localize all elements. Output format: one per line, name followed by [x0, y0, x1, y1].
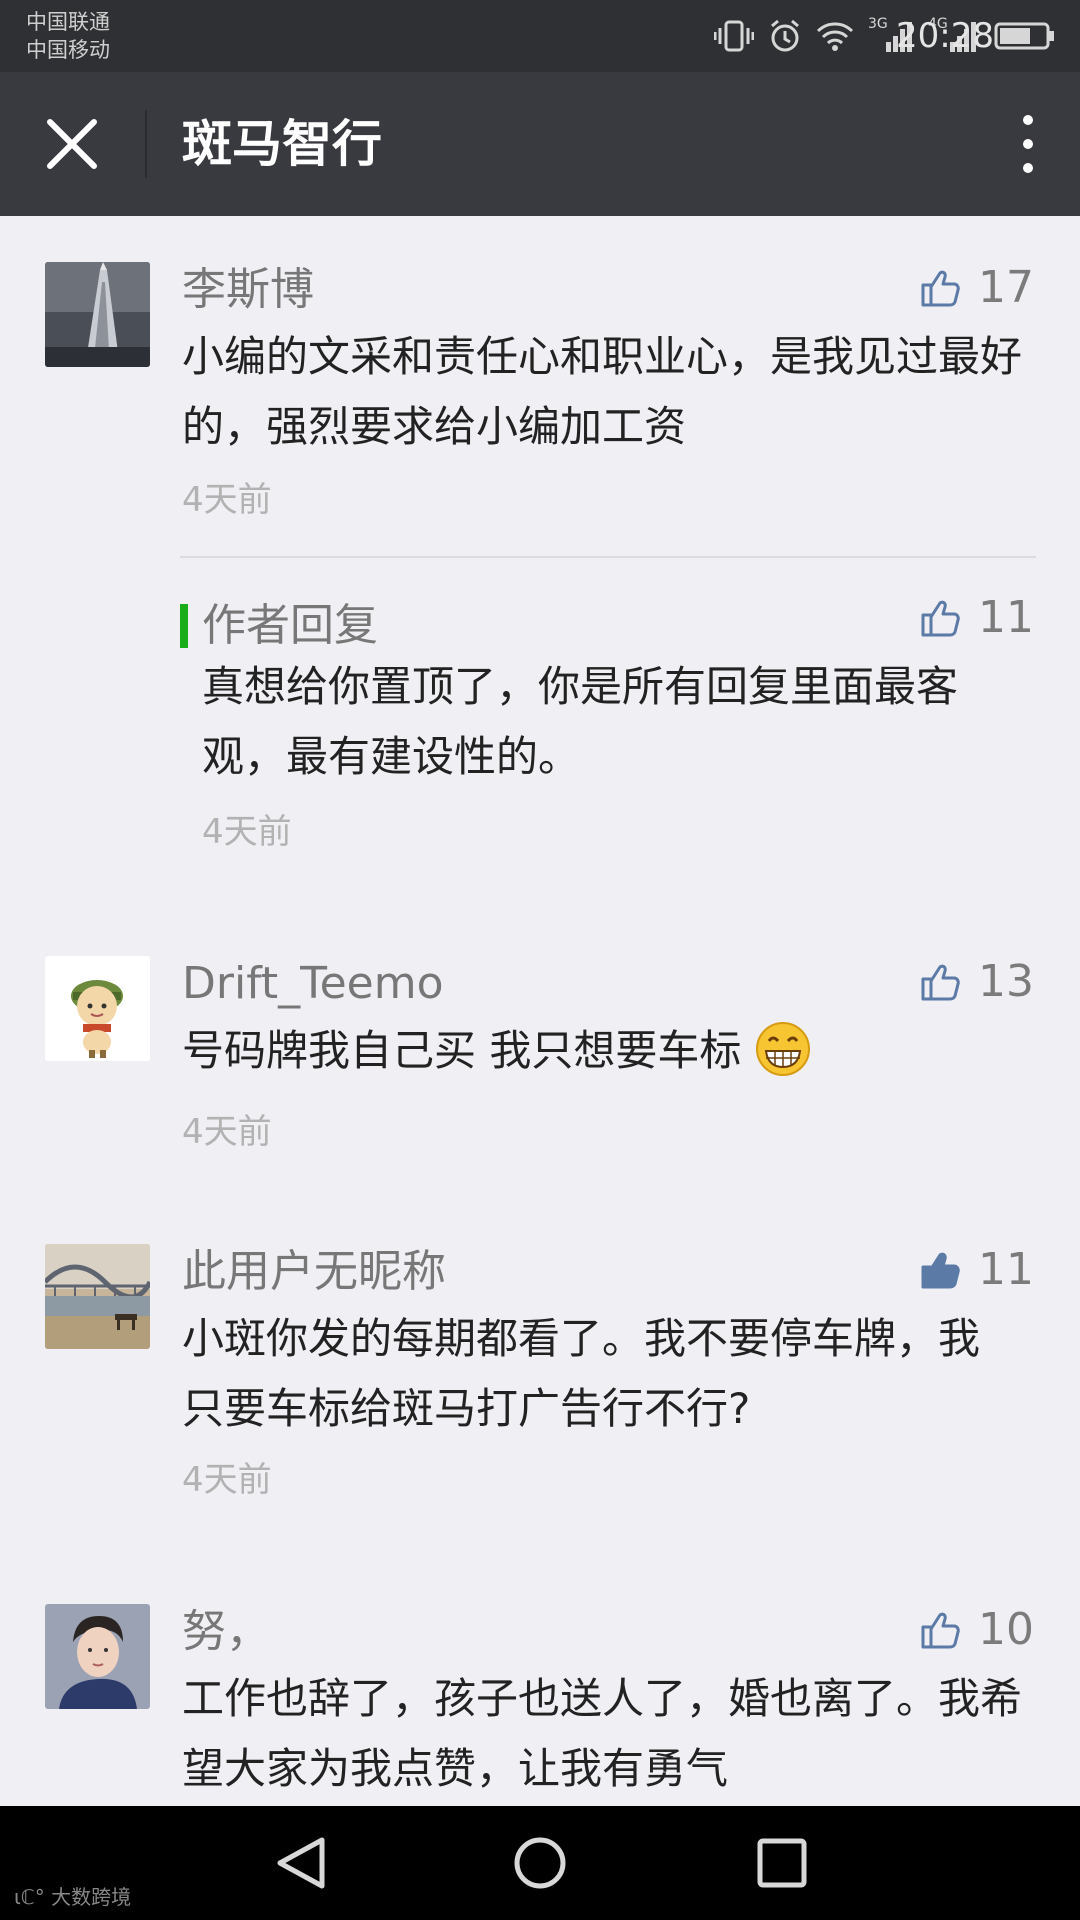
reply-accent-bar — [180, 604, 188, 648]
author-reply-label: 作者回复 — [202, 600, 378, 651]
comment-time: 4天前 — [182, 1460, 272, 1500]
like-count: 13 — [978, 956, 1034, 1007]
clock: 20:28 — [896, 16, 994, 56]
header-divider — [145, 110, 147, 178]
avatar[interactable] — [45, 1604, 150, 1709]
comment-nickname[interactable]: 李斯博 — [182, 262, 314, 318]
battery-icon — [994, 22, 1054, 50]
more-icon[interactable] — [1010, 110, 1046, 178]
like-count: 10 — [978, 1604, 1034, 1655]
home-icon[interactable] — [510, 1836, 570, 1890]
comment-item: 李斯博 17 小编的文采和责任心和职业心，是我见过最好的，强烈要求给小编加工资 … — [0, 262, 1080, 942]
watermark: ιℂ° 大数跨境 — [14, 1881, 131, 1910]
like-count: 17 — [978, 262, 1034, 313]
thumbs-up-filled-icon — [921, 1252, 960, 1288]
avatar[interactable] — [45, 1244, 150, 1349]
status-bar: 中国联通 中国移动 3G 4G 20:28 — [0, 0, 1080, 72]
watermark-logo: ιℂ° — [14, 1885, 45, 1909]
page-title: 斑马智行 — [182, 115, 382, 173]
comment-text: 工作也辞了，孩子也送人了，婚也离了。我希望大家为我点赞，让我有勇气 — [182, 1674, 1023, 1793]
comment-item: 此用户无昵称 11 小斑你发的每期都看了。我不要停车牌，我只要车标给斑马打广告行… — [0, 1244, 1080, 1500]
vibrate-icon — [714, 20, 754, 52]
comment-text: 号码牌我自己买 我只想要车标 — [182, 1026, 742, 1075]
comment-item: 努， 10 工作也辞了，孩子也送人了，婚也离了。我希望大家为我点赞，让我有勇气 — [0, 1604, 1080, 1806]
avatar[interactable] — [45, 262, 150, 367]
grinning-emoji — [755, 1022, 810, 1076]
reply-time: 4天前 — [202, 812, 292, 852]
comment-nickname[interactable]: Drift_Teemo — [182, 956, 444, 1012]
like-button[interactable]: 11 — [920, 1244, 1034, 1295]
thumbs-up-icon — [921, 1612, 960, 1648]
status-icons: 3G 4G 20:28 — [714, 0, 1056, 72]
comment-time: 4天前 — [182, 1112, 272, 1152]
wifi-icon — [816, 22, 854, 51]
comment-time: 4天前 — [182, 480, 272, 520]
like-button[interactable]: 13 — [920, 956, 1034, 1007]
comment-text: 小编的文采和责任心和职业心，是我见过最好的，强烈要求给小编加工资 — [182, 332, 1023, 451]
comment-nickname[interactable]: 此用户无昵称 — [182, 1244, 446, 1300]
thumbs-up-icon — [921, 270, 960, 306]
comment-text: 小斑你发的每期都看了。我不要停车牌，我只要车标给斑马打广告行不行? — [182, 1314, 981, 1433]
like-button[interactable]: 17 — [920, 262, 1034, 313]
like-button[interactable]: 10 — [920, 1604, 1034, 1655]
back-icon[interactable] — [272, 1836, 332, 1890]
thumbs-up-icon — [921, 964, 960, 1000]
alarm-icon — [771, 19, 799, 52]
system-nav-bar: ιℂ° 大数跨境 — [0, 1806, 1080, 1920]
comment-nickname[interactable]: 努， — [182, 1604, 270, 1660]
like-count: 11 — [978, 592, 1034, 643]
comment-text-line: 号码牌我自己买 我只想要车标 — [182, 1016, 1022, 1086]
comment-list: 李斯博 17 小编的文采和责任心和职业心，是我见过最好的，强烈要求给小编加工资 … — [0, 216, 1080, 1806]
watermark-text: 大数跨境 — [51, 1885, 132, 1909]
comment-item: Drift_Teemo 13 号码牌我自己买 我只想要车标 4天前 — [0, 956, 1080, 1176]
recents-icon[interactable] — [752, 1836, 812, 1890]
reply-like-button[interactable]: 11 — [920, 592, 1034, 643]
thumbs-up-icon — [921, 600, 960, 636]
reply-divider — [180, 556, 1036, 558]
avatar[interactable] — [45, 956, 150, 1061]
reply-text: 真想给你置顶了，你是所有回复里面最客观，最有建设性的。 — [202, 662, 959, 781]
close-icon[interactable] — [38, 110, 106, 178]
carrier-name-1: 中国联通 — [26, 10, 110, 34]
like-count: 11 — [978, 1244, 1034, 1295]
carrier-info: 中国联通 中国移动 — [26, 8, 110, 64]
carrier-name-2: 中国移动 — [26, 38, 110, 62]
top-bar: 斑马智行 — [0, 72, 1080, 216]
